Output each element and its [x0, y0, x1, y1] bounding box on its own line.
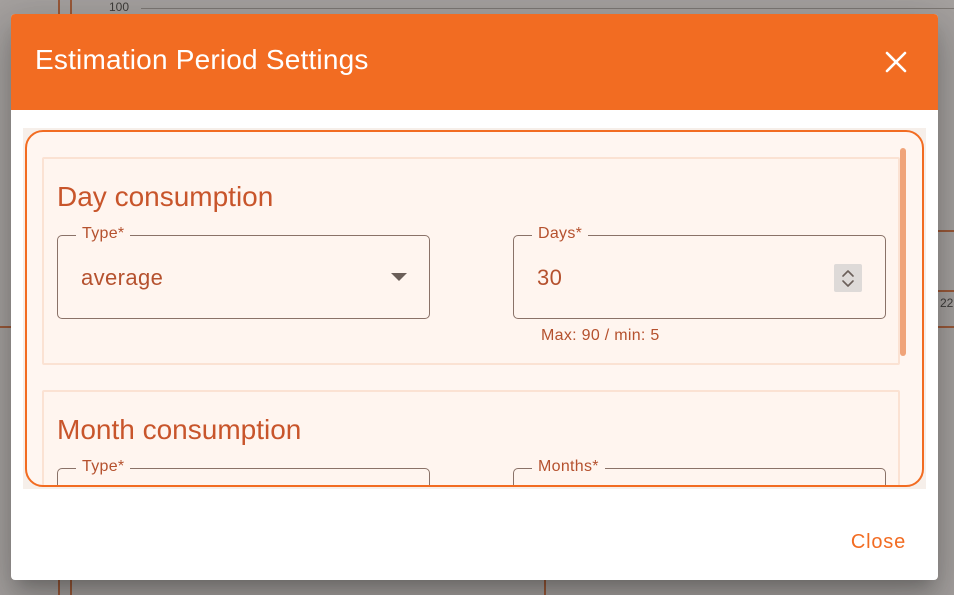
day-consumption-card: Day consumption Type* average Days* 30 M…	[42, 157, 900, 365]
section-title: Day consumption	[57, 181, 274, 212]
field-label: Days*	[532, 225, 589, 243]
dialog-title: Estimation Period Settings	[35, 44, 369, 75]
dropdown-arrow-icon	[391, 273, 407, 281]
estimation-period-dialog: Estimation Period Settings Day consumpti…	[11, 14, 938, 580]
day-type-select[interactable]: Type* average	[57, 225, 430, 319]
spinner-arrows-icon	[842, 270, 854, 287]
field-label: Type*	[76, 458, 131, 476]
days-hint: Max: 90 / min: 5	[541, 327, 660, 344]
dialog-content: Day consumption Type* average Days* 30 M…	[23, 128, 926, 489]
close-button[interactable]: Close	[839, 524, 918, 560]
number-spinner[interactable]	[834, 264, 862, 292]
month-consumption-card: Month consumption Type* Months*	[42, 390, 900, 485]
month-type-select[interactable]: Type*	[57, 458, 430, 485]
settings-scroll-area[interactable]: Day consumption Type* average Days* 30 M…	[25, 130, 924, 487]
months-input[interactable]: Months*	[513, 458, 886, 485]
close-icon	[885, 51, 907, 73]
days-input[interactable]: Days* 30	[513, 225, 886, 319]
dialog-actions: Close	[11, 504, 938, 580]
section-title: Month consumption	[57, 414, 302, 445]
dialog-close-button[interactable]	[878, 44, 914, 80]
scrollbar-thumb[interactable]	[900, 148, 906, 356]
field-label: Months*	[532, 458, 605, 476]
field-label: Type*	[76, 225, 131, 243]
field-value: 30	[537, 265, 563, 290]
field-value: average	[81, 265, 164, 290]
dialog-header: Estimation Period Settings	[11, 14, 938, 110]
